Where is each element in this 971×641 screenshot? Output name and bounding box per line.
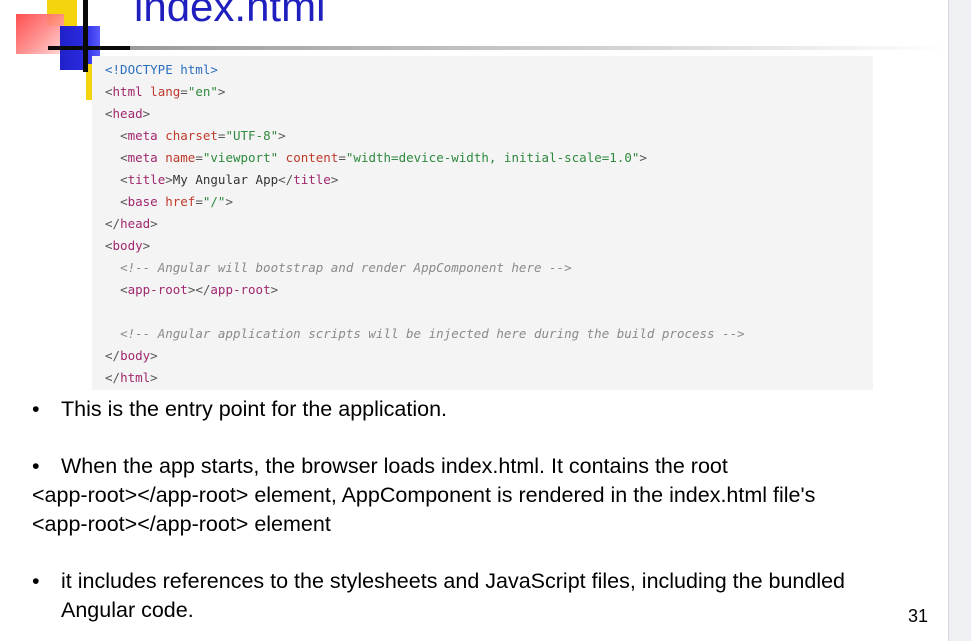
code-line: <title>My Angular App</title> [120, 172, 339, 187]
slide: index.html <!DOCTYPE html> <html lang="en… [0, 0, 971, 641]
code-line: </head> [105, 216, 158, 231]
bullet-item: • When the app starts, the browser loads … [32, 452, 815, 539]
code-line: <!-- Angular will bootstrap and render A… [120, 260, 572, 275]
bullet-text-line: <app-root></app-root> element [32, 512, 331, 536]
bullet-text-line: When the app starts, the browser loads i… [61, 454, 728, 478]
bullet-text-line: it includes references to the stylesheet… [61, 569, 846, 593]
bullet-text-line: This is the entry point for the applicat… [61, 397, 448, 421]
code-block: <!DOCTYPE html> <html lang="en"> <head> <m… [92, 56, 873, 390]
slide-frame-border [948, 0, 971, 641]
bullet-text-line: <app-root></app-root> element, AppCompon… [32, 483, 816, 507]
title-underline [130, 46, 948, 50]
bullet-item: • it includes references to the styleshee… [32, 567, 845, 625]
code-line: <!DOCTYPE html> [105, 62, 218, 77]
code-line: <html lang="en"> [105, 84, 226, 99]
code-line: <base href="/"> [120, 194, 233, 209]
decor-vertical-line [83, 0, 88, 72]
code-line: <head> [105, 106, 151, 121]
bullet-text-line: Angular code. [61, 598, 194, 622]
slide-title: index.html [134, 0, 326, 30]
code-line: <body> [105, 238, 151, 253]
code-line: <app-root></app-root> [120, 282, 279, 297]
code-line: <meta name="viewport" content="width=dev… [120, 150, 647, 165]
code-line: <!-- Angular application scripts will be… [120, 326, 745, 341]
page-number: 31 [908, 606, 929, 626]
bullet-marker: • [32, 454, 40, 478]
bullet-marker: • [32, 569, 40, 593]
code-line: </html> [105, 370, 158, 385]
bullet-marker: • [32, 397, 40, 421]
decor-horizontal-line [48, 46, 138, 50]
code-line: <meta charset="UTF-8"> [120, 128, 286, 143]
bullet-item: • This is the entry point for the applica… [32, 395, 447, 424]
code-line: </body> [105, 348, 158, 363]
